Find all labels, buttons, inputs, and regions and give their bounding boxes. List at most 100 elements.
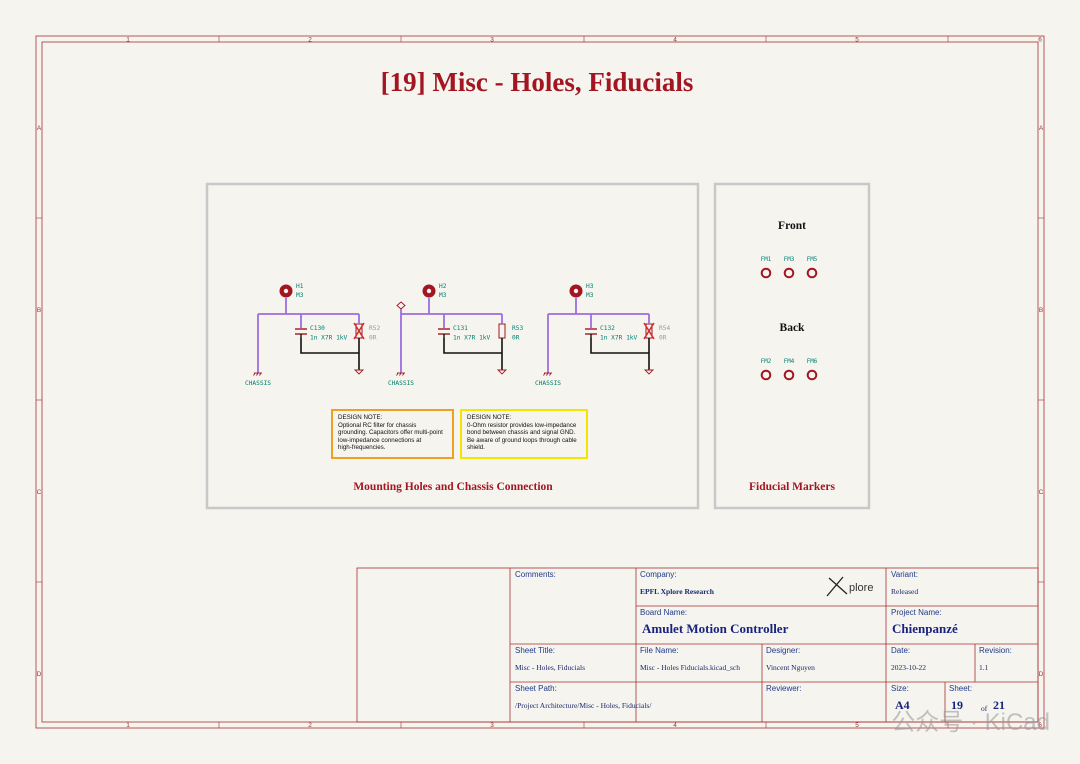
mounting-holes-panel (205, 182, 700, 510)
ground-symbol (496, 369, 508, 375)
resistor-value: 0R (512, 335, 520, 342)
hole-circuit: H2 M3 C131 1n X7R 1kV R53 0R CHASSIS (388, 283, 523, 387)
fiducial: FM1 (760, 257, 772, 279)
hole-value: M3 (439, 292, 447, 299)
hole-ref: H3 (586, 283, 594, 290)
resistor-value: 0R (659, 335, 667, 342)
resistor-value: 0R (369, 335, 377, 342)
fiducial-symbol (783, 369, 795, 381)
ground-symbol (643, 369, 655, 375)
project-value: Chienpanzé (892, 621, 958, 636)
fiducial: FM3 (783, 257, 795, 279)
fiducials-panel (713, 182, 871, 510)
designer-value: Vincent Nguyen (766, 663, 815, 672)
company-label: Company: (640, 570, 677, 579)
resistor-ref: R54 (659, 325, 670, 332)
sheet-label: Sheet: (949, 684, 973, 693)
variant-value: Released (891, 587, 919, 596)
col-label: 4 (673, 722, 677, 729)
front-label: Front (778, 220, 806, 232)
fiducial-symbol (806, 267, 818, 279)
capacitor-value: 1n X7R 1kV (310, 335, 348, 342)
revision-label: Revision: (979, 646, 1012, 655)
mounting-holes-caption: Mounting Holes and Chassis Connection (353, 481, 553, 493)
mounting-hole-center (283, 288, 289, 294)
note-line: shield. (467, 444, 485, 452)
pwr-flag (396, 301, 406, 310)
path-label: Sheet Path: (515, 684, 557, 693)
back-label: Back (780, 322, 806, 334)
variant-label: Variant: (891, 570, 918, 579)
reviewer-label: Reviewer: (766, 684, 802, 693)
note-line: 0-Ohm resistor provides low-impedance (467, 421, 577, 429)
fiducial: FM4 (783, 359, 795, 381)
sheet-title: [19] Misc - Holes, Fiducials (381, 67, 694, 97)
fiducial-symbol (760, 369, 772, 381)
col-label: 1 (126, 37, 130, 44)
col-label: 2 (308, 37, 312, 44)
file-label: File Name: (640, 646, 679, 655)
capacitor (585, 328, 597, 338)
board-label: Board Name: (640, 608, 688, 617)
ground-symbol (353, 369, 365, 375)
hole-value: M3 (586, 292, 594, 299)
resistor-ref: R52 (369, 325, 380, 332)
row-label: B (37, 307, 41, 314)
note-line: high-frequencies. (338, 444, 386, 452)
capacitor-value: 1n X7R 1kV (600, 335, 638, 342)
fiducial-symbol (760, 267, 772, 279)
row-label: B (1039, 307, 1043, 314)
project-label: Project Name: (891, 608, 942, 617)
comments-label: Comments: (515, 570, 556, 579)
col-label: 2 (308, 722, 312, 729)
board-value: Amulet Motion Controller (642, 621, 789, 636)
col-label: 3 (490, 722, 494, 729)
company-value: EPFL Xplore Research (640, 587, 714, 596)
sheet-title-label: Sheet Title: (515, 646, 556, 655)
hole-value: M3 (296, 292, 304, 299)
col-label: 6 (1038, 37, 1042, 44)
capacitor-ref: C132 (600, 325, 615, 332)
fiducial-ref: FM4 (784, 359, 795, 365)
gnd-wire-group (443, 338, 503, 370)
path-value: /Project Architecture/Misc - Holes, Fidu… (515, 701, 652, 710)
capacitor-ref: C130 (310, 325, 325, 332)
design-note-rc-filter: DESIGN NOTE: Optional RC filter for chas… (331, 409, 454, 459)
row-label: C (37, 489, 42, 496)
net-label: CHASSIS (535, 380, 561, 387)
watermark: 公众号 · KiCad (891, 709, 1050, 736)
net-label: CHASSIS (245, 380, 271, 387)
file-value: Misc - Holes Fiducials.kicad_sch (640, 663, 740, 672)
capacitor-value: 1n X7R 1kV (453, 335, 491, 342)
date-value: 2023-10-22 (891, 663, 926, 672)
fiducial: FM5 (806, 257, 818, 279)
row-label: A (1039, 125, 1044, 132)
row-label: D (1039, 671, 1044, 678)
revision-value: 1.1 (979, 663, 989, 672)
gnd-wire (300, 338, 360, 370)
hole-ref: H2 (439, 283, 447, 290)
fiducial-symbol (806, 369, 818, 381)
xplore-logo-text: plore (849, 582, 873, 594)
chassis-ground-symbol (396, 372, 405, 376)
note-line: grounding. Capacitors offer multi-point (338, 429, 443, 437)
fiducial-symbol (783, 267, 795, 279)
capacitor-ref: C131 (453, 325, 468, 332)
col-label: 5 (855, 37, 859, 44)
col-label: 1 (126, 722, 130, 729)
hole-ref: H1 (296, 283, 304, 290)
chassis-ground-symbol (543, 372, 552, 376)
fiducial-ref: FM2 (761, 359, 771, 365)
fiducial-markers: FM1 FM3 FM5 FM2 FM4 FM6 (760, 257, 818, 381)
mounting-hole-circuits: H1 M3 C130 1n X7R 1kV R52 0R CHASSIS H2 M3 C131 1n… (245, 283, 670, 387)
col-label: 4 (673, 37, 677, 44)
col-label: 5 (855, 722, 859, 729)
fiducial-ref: FM5 (807, 257, 818, 263)
row-label: C (1039, 489, 1044, 496)
mounting-hole-center (573, 288, 579, 294)
capacitor (295, 328, 307, 338)
sheet-title-value: Misc - Holes, Fiducials (515, 663, 585, 672)
fiducial: FM2 (760, 359, 772, 381)
design-note-zero-ohm: DESIGN NOTE: 0-Ohm resistor provides low… (460, 409, 588, 459)
fiducial-ref: FM1 (761, 257, 772, 263)
